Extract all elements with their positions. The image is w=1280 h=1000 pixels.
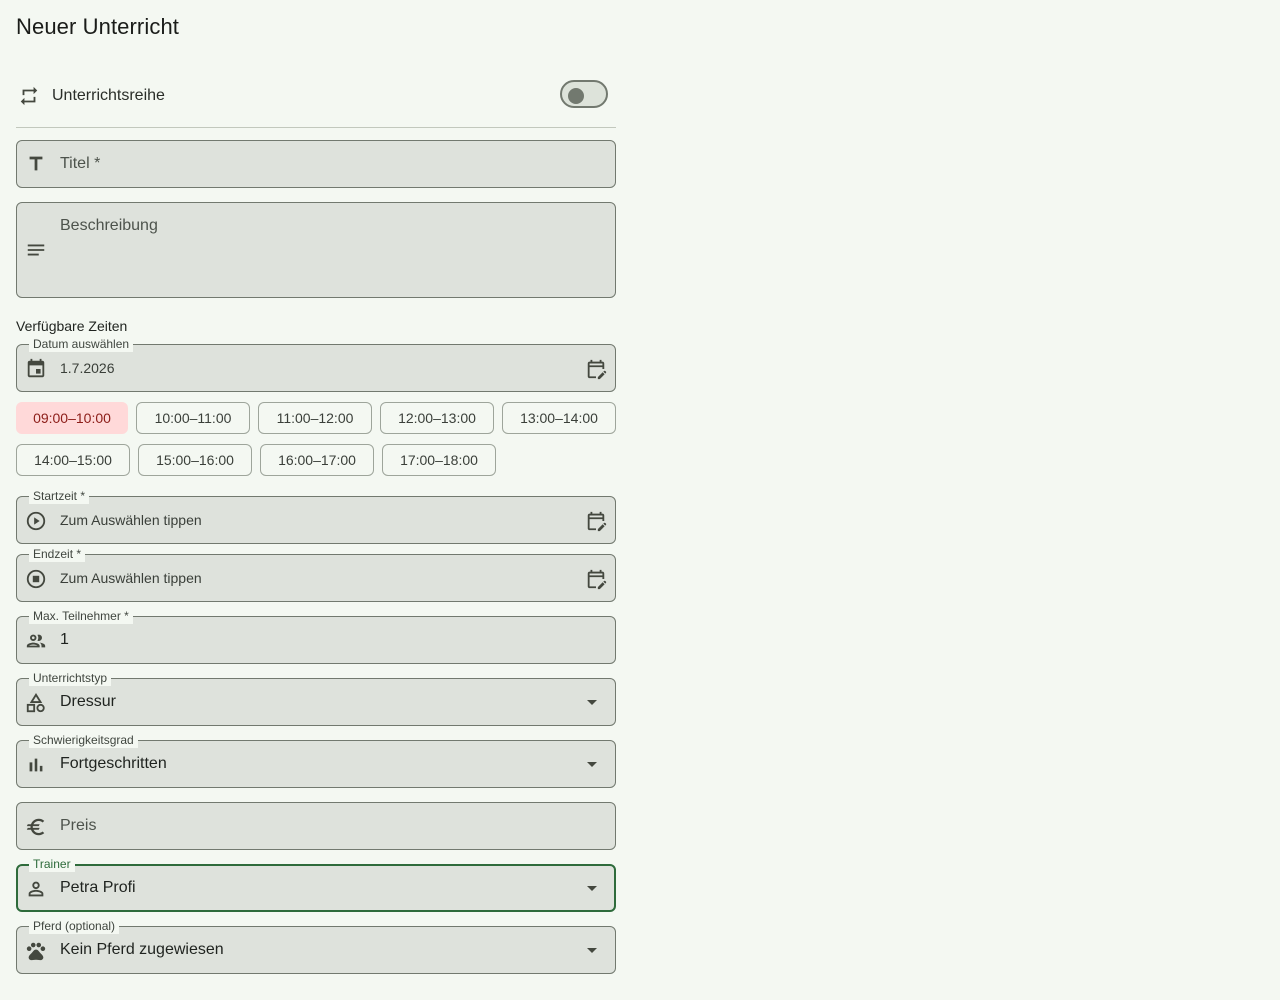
time-slot-chip[interactable]: 10:00–11:00 (136, 402, 250, 434)
calendar-edit-icon[interactable] (585, 510, 607, 532)
end-time-placeholder: Zum Auswählen tippen (60, 570, 202, 586)
time-slot-chip[interactable]: 13:00–14:00 (502, 402, 616, 434)
trainer-legend: Trainer (29, 856, 75, 872)
arrow-drop-down-icon (587, 762, 597, 767)
date-field[interactable]: Datum auswählen 1.7.2026 (16, 336, 616, 392)
end-time-field[interactable]: Endzeit * Zum Auswählen tippen (16, 546, 616, 602)
page-title: Neuer Unterricht (16, 14, 179, 39)
arrow-drop-down-icon (587, 948, 597, 953)
series-toggle-row[interactable]: Unterrichtsreihe (16, 79, 616, 113)
play-circle-icon (25, 510, 47, 532)
time-slot-chip[interactable]: 16:00–17:00 (260, 444, 374, 476)
horse-legend: Pferd (optional) (29, 918, 120, 934)
notes-icon (25, 239, 47, 261)
start-time-field[interactable]: Startzeit * Zum Auswählen tippen (16, 488, 616, 544)
time-slot-chip[interactable]: 15:00–16:00 (138, 444, 252, 476)
description-placeholder: Beschreibung (60, 217, 158, 234)
arrow-drop-down-icon (587, 700, 597, 705)
lesson-type-legend: Unterrichtstyp (29, 670, 112, 686)
date-value: 1.7.2026 (60, 360, 115, 376)
calendar-icon (25, 358, 47, 380)
title-placeholder: Titel * (60, 155, 101, 172)
calendar-edit-icon[interactable] (585, 358, 607, 380)
difficulty-legend: Schwierigkeitsgrad (29, 732, 138, 748)
series-switch[interactable] (560, 80, 608, 108)
horse-value: Kein Pferd zugewiesen (60, 941, 224, 958)
time-slot-chip[interactable]: 09:00–10:00 (16, 402, 128, 434)
difficulty-select[interactable]: Schwierigkeitsgrad Fortgeschritten (16, 732, 616, 788)
shapes-icon (25, 692, 47, 714)
trainer-select[interactable]: Trainer Petra Profi (16, 856, 616, 912)
stop-circle-icon (25, 568, 47, 590)
max-participants-legend: Max. Teilnehmer * (29, 608, 133, 624)
people-icon (25, 630, 47, 652)
description-field[interactable]: Beschreibung (16, 202, 616, 298)
price-field[interactable]: Preis (16, 802, 616, 850)
time-slot-chip[interactable]: 12:00–13:00 (380, 402, 494, 434)
price-placeholder: Preis (60, 817, 97, 834)
date-legend: Datum auswählen (29, 336, 134, 352)
max-participants-value: 1 (60, 631, 69, 648)
arrow-drop-down-icon (587, 886, 597, 891)
difficulty-value: Fortgeschritten (60, 755, 167, 772)
time-slot-chip[interactable]: 11:00–12:00 (258, 402, 372, 434)
series-label: Unterrichtsreihe (52, 87, 165, 104)
paw-icon (25, 940, 47, 962)
calendar-edit-icon[interactable] (585, 568, 607, 590)
available-times-label: Verfügbare Zeiten (16, 318, 128, 334)
bar-chart-icon (25, 754, 47, 776)
text-icon (25, 153, 47, 175)
start-time-placeholder: Zum Auswählen tippen (60, 512, 202, 528)
max-participants-field[interactable]: Max. Teilnehmer * 1 (16, 608, 616, 664)
start-time-legend: Startzeit * (29, 488, 90, 504)
lesson-type-value: Dressur (60, 693, 117, 710)
divider (16, 127, 616, 128)
repeat-icon (18, 85, 40, 107)
horse-select[interactable]: Pferd (optional) Kein Pferd zugewiesen (16, 918, 616, 974)
switch-knob (568, 88, 584, 104)
time-slot-chip[interactable]: 17:00–18:00 (382, 444, 496, 476)
title-field[interactable]: Titel * (16, 140, 616, 188)
person-icon (25, 878, 47, 900)
time-slot-chip[interactable]: 14:00–15:00 (16, 444, 130, 476)
end-time-legend: Endzeit * (29, 546, 86, 562)
lesson-type-select[interactable]: Unterrichtstyp Dressur (16, 670, 616, 726)
trainer-value: Petra Profi (60, 879, 136, 896)
euro-icon (25, 816, 47, 838)
